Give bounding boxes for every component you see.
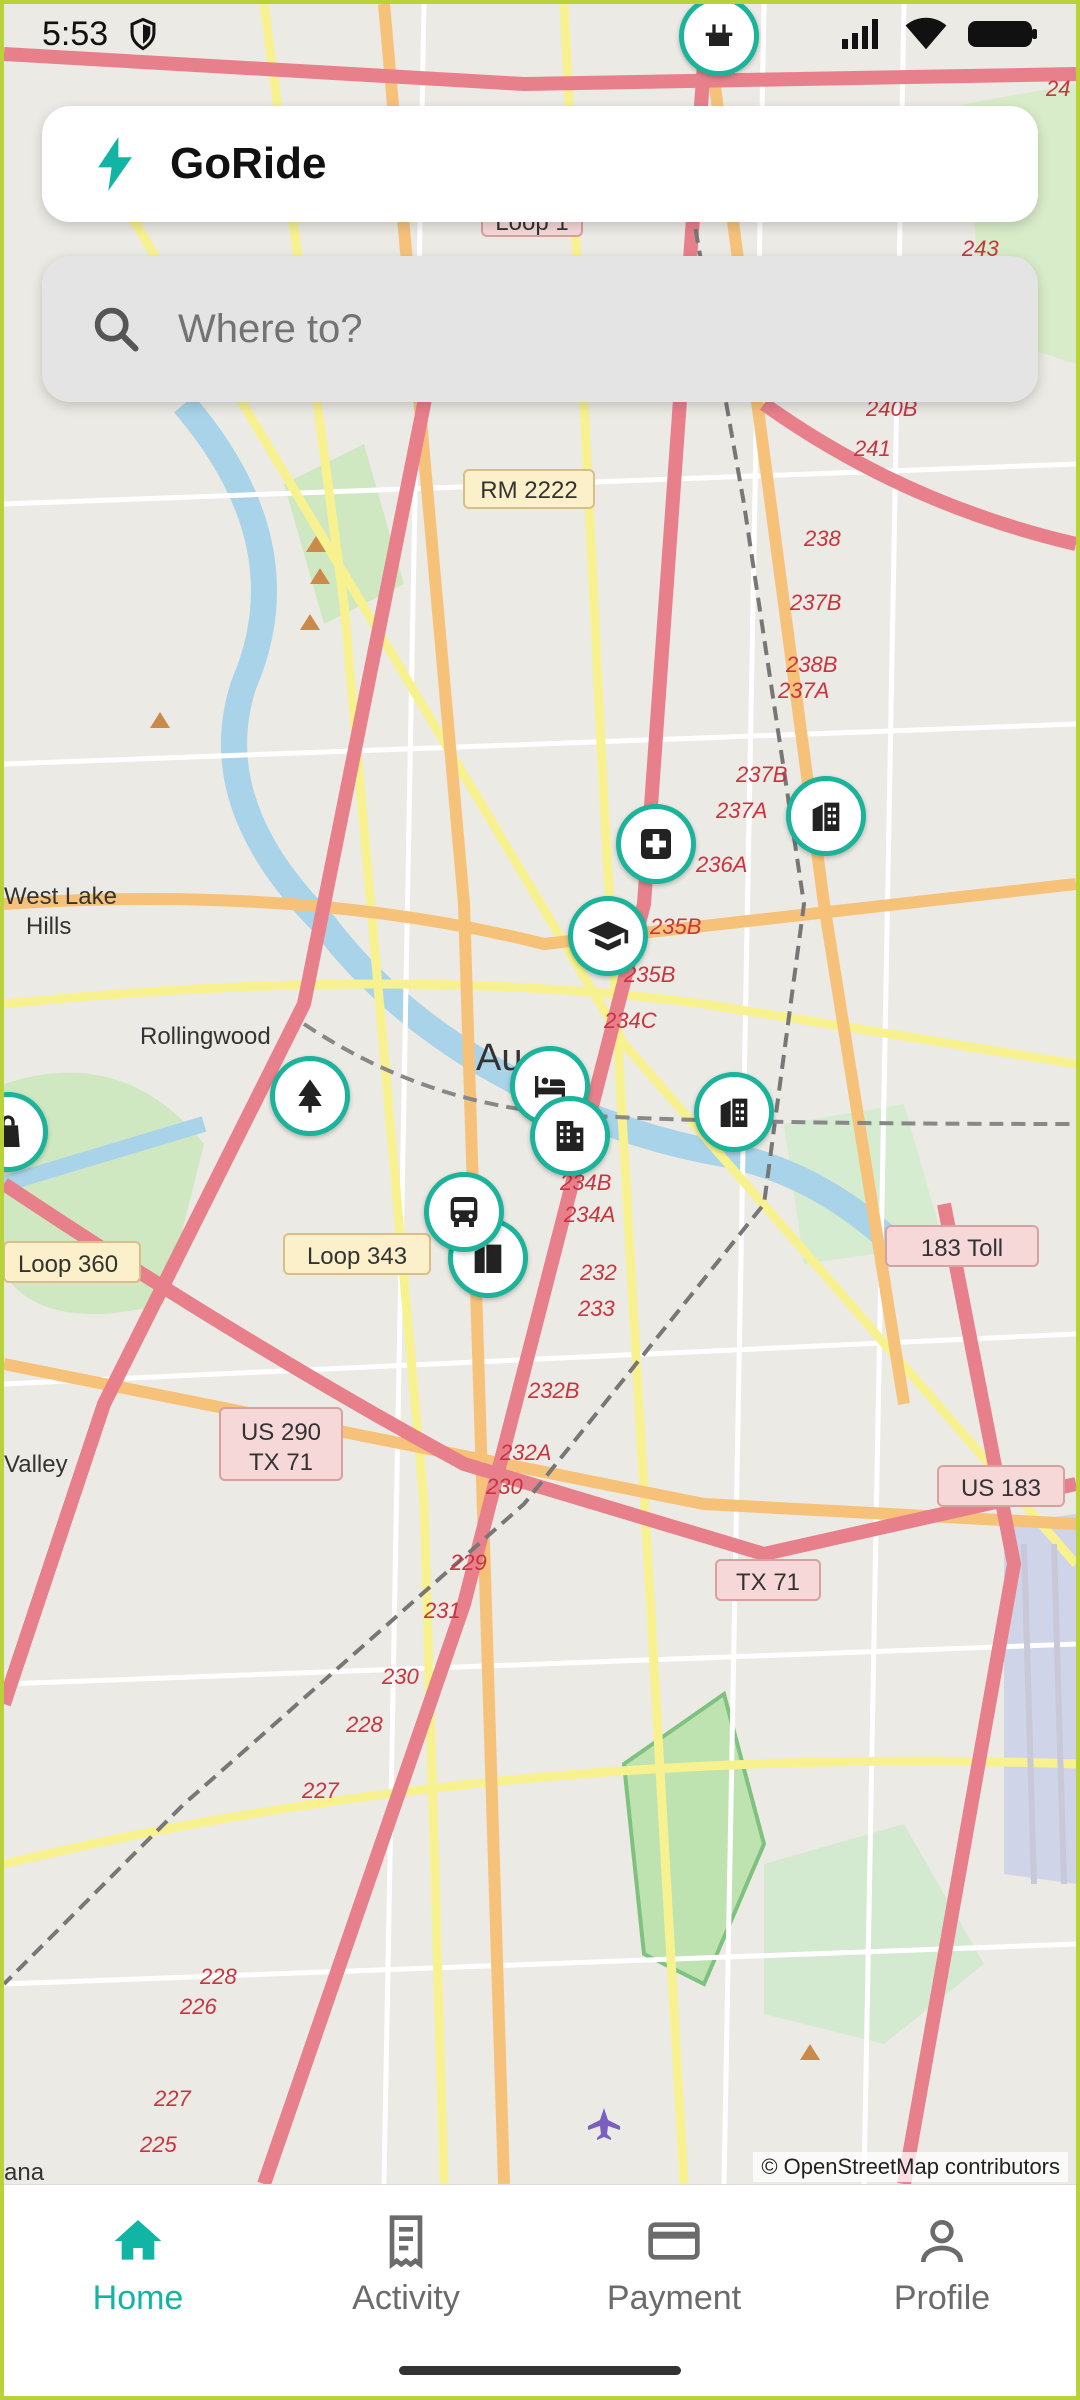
place-label: West Lake <box>4 883 117 910</box>
exit-label: 235B <box>649 914 701 939</box>
highway-shield: TX 71 <box>736 1569 800 1596</box>
exit-label: 241 <box>853 436 891 461</box>
receipt-icon <box>389 2215 423 2269</box>
search-icon <box>94 307 139 352</box>
nav-label: Activity <box>352 2279 460 2317</box>
exit-label: 237B <box>789 590 841 615</box>
nav-label: Home <box>92 2279 184 2317</box>
home-gesture-indicator[interactable] <box>399 2366 681 2375</box>
graduation-cap-icon <box>587 921 629 951</box>
highway-shield: RM 2222 <box>480 477 577 504</box>
exit-label: 237A <box>777 678 829 703</box>
exit-label: 238B <box>785 652 837 677</box>
nav-item-payment[interactable]: Payment <box>554 2185 794 2396</box>
park-poi-marker[interactable] <box>270 1056 350 1136</box>
hospital-icon <box>641 829 671 859</box>
exit-label: 232B <box>527 1378 579 1403</box>
status-bar: 5:53 <box>4 4 1076 64</box>
bottom-navigation: Home Activity Payment Profile <box>4 2184 1076 2396</box>
place-label: Hills <box>26 913 71 940</box>
destination-search-input[interactable] <box>176 305 980 353</box>
building-poi-marker[interactable] <box>530 1096 610 1176</box>
nav-item-home[interactable]: Home <box>18 2185 258 2396</box>
exit-label: 232A <box>499 1440 551 1465</box>
tree-icon <box>298 1079 322 1113</box>
building-icon <box>812 802 840 831</box>
highway-shield: Loop 360 <box>18 1251 118 1278</box>
nav-label: Profile <box>893 2279 991 2317</box>
shopping-bag-icon <box>4 1115 20 1147</box>
signal-icon <box>842 19 878 49</box>
exit-label: 230 <box>485 1474 523 1499</box>
nav-label: Payment <box>606 2279 742 2317</box>
nav-item-profile[interactable]: Profile <box>822 2185 1062 2396</box>
place-label: Valley <box>4 1451 68 1478</box>
exit-label: 238 <box>803 526 841 551</box>
highway-shield: TX 71 <box>249 1449 313 1476</box>
exit-label: 228 <box>345 1712 383 1737</box>
place-label: ana <box>4 2159 45 2184</box>
highway-shield: 183 Toll <box>921 1235 1003 1262</box>
place-label: Rollingwood <box>140 1023 271 1050</box>
search-bar[interactable] <box>42 256 1038 402</box>
exit-label: 237B <box>735 762 787 787</box>
battery-icon <box>968 21 1037 47</box>
building-poi-marker[interactable] <box>694 1072 774 1152</box>
bus-stop-poi-marker[interactable] <box>424 1172 504 1252</box>
exit-label: 229 <box>449 1550 487 1575</box>
app-header-card: GoRide <box>42 106 1038 222</box>
highway-shield: Loop 343 <box>307 1243 407 1270</box>
home-icon <box>114 2220 162 2260</box>
person-icon <box>921 2220 963 2263</box>
school-poi-marker[interactable] <box>568 896 648 976</box>
exit-label: 230 <box>381 1664 419 1689</box>
building-poi-marker[interactable] <box>786 776 866 856</box>
highway-shield: US 290 <box>241 1419 321 1446</box>
building-icon <box>556 1121 584 1151</box>
building-icon <box>720 1098 748 1127</box>
exit-label: 232 <box>579 1260 617 1285</box>
status-time: 5:53 <box>42 14 109 53</box>
credit-card-icon <box>648 2222 700 2260</box>
shield-icon <box>130 17 156 51</box>
exit-label: 225 <box>139 2132 177 2157</box>
exit-label: 227 <box>153 2086 191 2111</box>
nav-item-activity[interactable]: Activity <box>286 2185 526 2396</box>
exit-label: 231 <box>423 1598 461 1623</box>
exit-label: 226 <box>179 1994 217 2019</box>
app-title: GoRide <box>170 139 327 188</box>
wifi-icon <box>905 17 947 50</box>
exit-label: 234C <box>603 1008 657 1033</box>
exit-label: 227 <box>301 1778 339 1803</box>
hospital-poi-marker[interactable] <box>616 804 696 884</box>
highway-shield: US 183 <box>961 1475 1041 1502</box>
lightning-bolt-icon <box>98 137 132 191</box>
exit-label: 233 <box>577 1296 615 1321</box>
bus-icon <box>450 1197 478 1227</box>
exit-label: 24 <box>1045 76 1070 101</box>
map-attribution[interactable]: © OpenStreetMap contributors <box>753 2152 1068 2182</box>
exit-label: 228 <box>199 1964 237 1989</box>
app-frame: West Lake Hills Rollingwood Valley Au an… <box>4 4 1076 2396</box>
exit-label: 237A <box>715 798 767 823</box>
exit-label: 234A <box>563 1202 615 1227</box>
exit-label: 236A <box>695 852 747 877</box>
